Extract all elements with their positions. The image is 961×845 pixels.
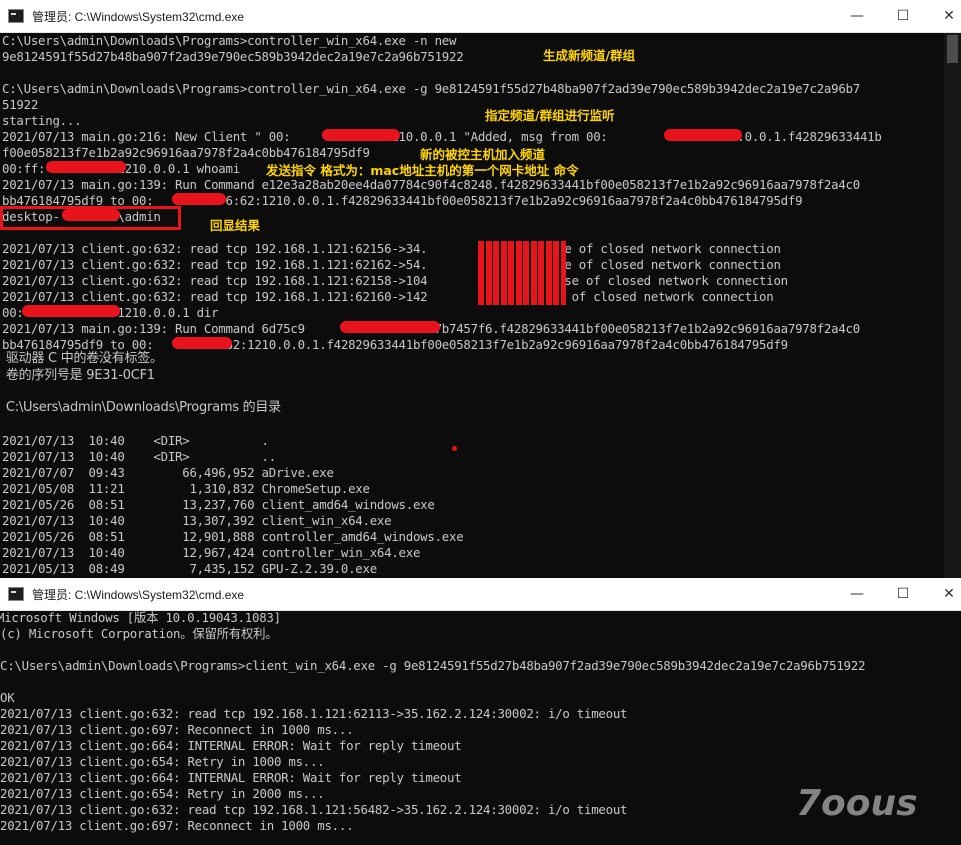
redaction-mark [664,129,742,141]
console-line: (c) Microsoft Corporation。保留所有权利。 [0,626,278,641]
console-line: 2021/07/13 client.go:664: INTERNAL ERROR… [0,770,462,785]
watermark-logo: 7oous [796,783,918,824]
window-title: 管理员: C:\Windows\System32\cmd.exe [32,10,245,24]
console-line: 2021/07/13 client.go:654: Retry in 1000 … [0,754,325,769]
console-line: C:\Users\admin\Downloads\Programs 的目录 [2,400,281,415]
echo-highlight-box [0,206,181,230]
console-line: 2021/07/13 main.go:139: Run Command e12e… [2,177,860,192]
minimize-button[interactable]: — [834,578,880,610]
dir-line: 2021/07/07 09:43 66,496,952 aDrive.exe [2,465,334,480]
console-line: 2021/07/13 client.go:632: read tcp 192.1… [0,802,628,817]
annotation-echo: 回显结果 [210,218,261,233]
scrollbar[interactable] [944,33,961,578]
redaction-mark [340,321,440,333]
maximize-button[interactable]: ☐ [880,578,926,610]
red-dot [452,446,457,451]
console-line: f00e058213f7e1b2a92c96916aa7978f2a4c0bb4… [2,145,370,160]
console-line: C:\Users\admin\Downloads\Programs>contro… [2,33,457,48]
annotation-listen: 指定频道/群组进行监听 [485,108,615,123]
console-line: 2021/07/13 client.go:632: read tcp 192.1… [2,289,774,304]
redaction-mark [478,241,566,305]
annotation-send-command: 发送指令 格式为：mac地址主机的第一个网卡地址 命令 [266,163,579,178]
redaction-mark [46,161,126,173]
redaction-mark [172,337,232,349]
window-title: 管理员: C:\Windows\System32\cmd.exe [32,588,245,602]
console-output[interactable]: C:\Users\admin\Downloads\Programs>contro… [0,33,961,578]
scrollbar-thumb[interactable] [947,35,958,63]
close-button[interactable]: ✕ [926,578,961,610]
dir-line: 2021/07/13 10:40 <DIR> . [2,433,269,448]
dir-line: 2021/07/13 10:40 <DIR> .. [2,449,276,464]
console-line: Microsoft Windows [版本 10.0.19043.1083] [0,610,281,625]
redaction-mark [22,305,120,317]
console-line: starting... [2,113,82,128]
dir-line: 2021/05/13 08:49 7,435,152 GPU-Z.2.39.0.… [2,561,377,576]
console-line: 2021/07/13 client.go:632: read tcp 192.1… [2,257,781,272]
console-line: 2021/07/13 client.go:664: INTERNAL ERROR… [0,738,462,753]
console-line: 9e8124591f55d27b48ba907f2ad39e790ec589b3… [2,49,464,64]
dir-line: 2021/07/13 10:40 12,967,424 controller_w… [2,545,421,560]
console-line: C:\Users\admin\Downloads\Programs>client… [0,658,866,673]
console-line: 卷的序列号是 9E31-0CF1 [2,368,155,383]
cmd-window-controller: 管理员: C:\Windows\System32\cmd.exe — ☐ ✕ C… [0,0,961,578]
console-line: OK [0,690,15,705]
annotation-new-channel: 生成新频道/群组 [543,48,636,63]
minimize-button[interactable]: — [834,0,880,32]
console-line: 2021/07/13 client.go:632: read tcp 192.1… [2,241,781,256]
console-line: 2021/07/13 client.go:632: read tcp 192.1… [2,273,788,288]
dir-line: 2021/05/08 11:21 1,310,832 ChromeSetup.e… [2,481,370,496]
title-bar[interactable]: 管理员: C:\Windows\System32\cmd.exe — ☐ ✕ [0,0,961,33]
cmd-icon [8,587,24,601]
close-button[interactable]: ✕ [926,0,961,32]
console-line: 2021/07/13 main.go:216: New Client " 00:… [2,129,882,144]
console-line: C:\Users\admin\Downloads\Programs>contro… [2,81,860,96]
console-line: 51922 [2,97,39,112]
dir-line: 2021/05/26 08:51 13,237,760 client_amd64… [2,497,435,512]
maximize-button[interactable]: ☐ [880,0,926,32]
console-line: 2021/07/13 client.go:632: read tcp 192.1… [0,706,628,721]
console-line: 2021/07/13 client.go:654: Retry in 2000 … [0,786,325,801]
console-line: 2021/07/13 client.go:697: Reconnect in 1… [0,818,354,833]
cmd-icon [8,9,24,23]
console-line: 2021/07/13 client.go:697: Reconnect in 1… [0,722,354,737]
redaction-mark [322,129,400,141]
redaction-mark [172,193,226,205]
dir-line: 2021/07/13 10:40 13,307,392 client_win_x… [2,513,392,528]
console-line: 驱动器 C 中的卷没有标签。 [2,351,163,366]
title-bar[interactable]: 管理员: C:\Windows\System32\cmd.exe — ☐ ✕ [0,578,961,611]
dir-line: 2021/05/26 08:51 12,901,888 controller_a… [2,529,464,544]
